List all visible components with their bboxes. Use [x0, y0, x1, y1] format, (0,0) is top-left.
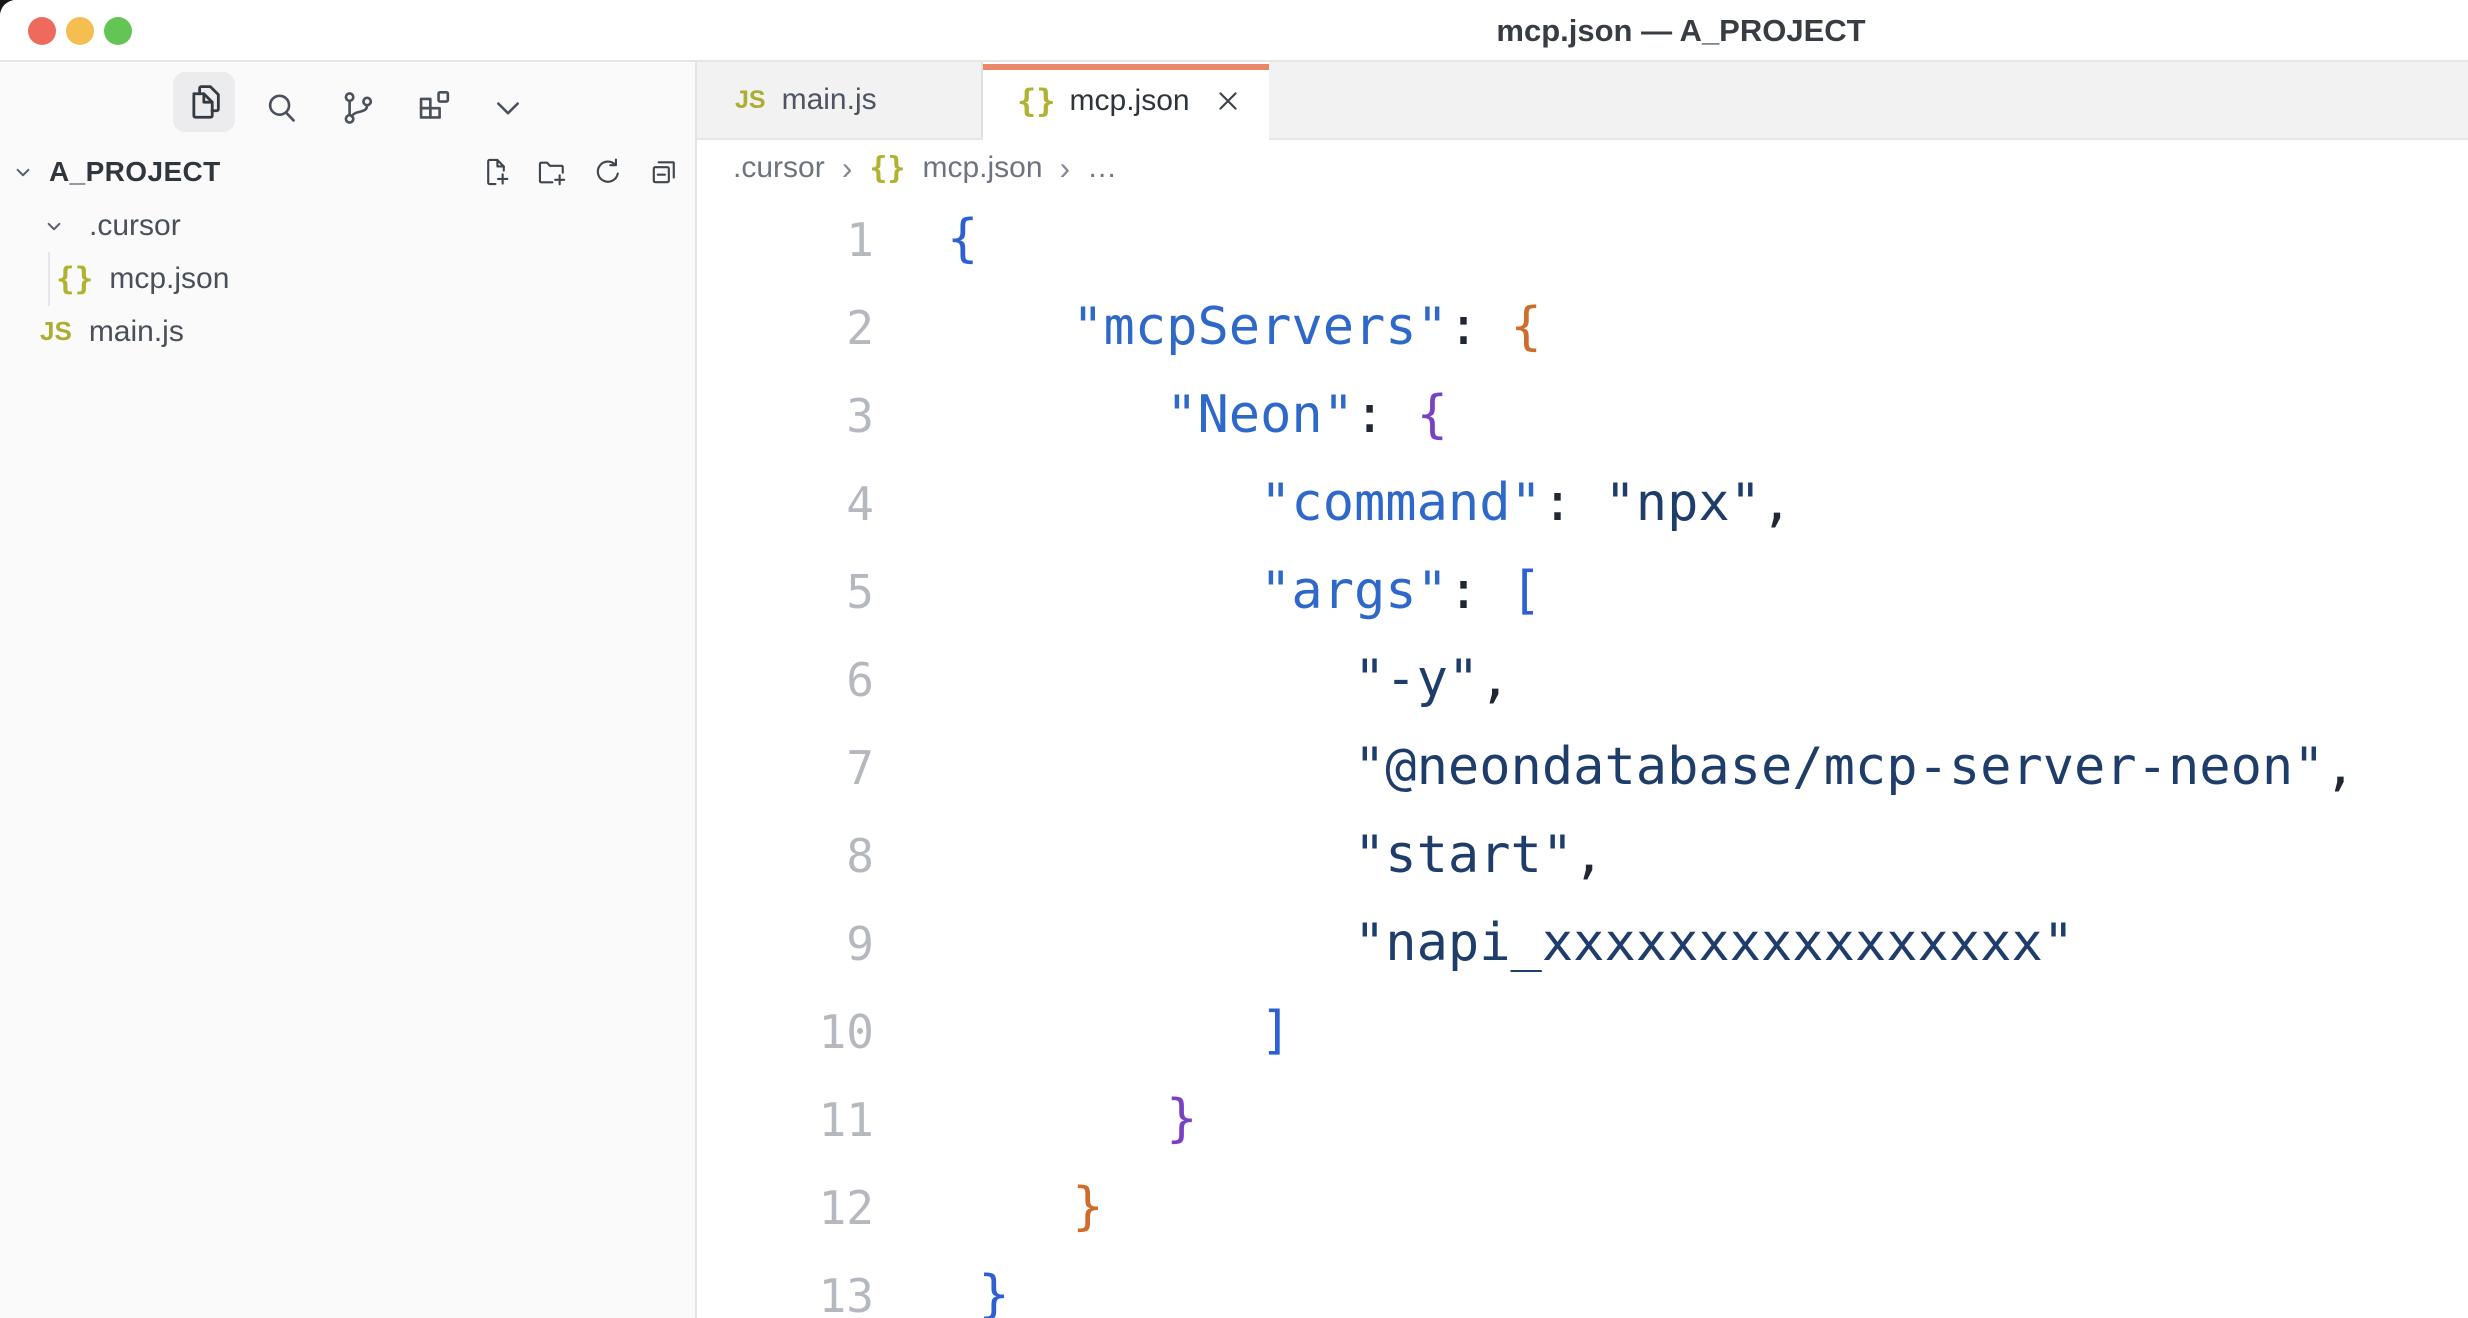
extensions-icon[interactable]: [403, 79, 465, 137]
close-icon[interactable]: [1209, 82, 1247, 120]
file-label: main.js: [89, 315, 184, 349]
line-number: 5: [697, 549, 874, 636]
code-text: "command": "npx",: [947, 460, 1792, 547]
chevron-right-icon: ›: [1060, 150, 1071, 187]
zoom-window-button[interactable]: [104, 17, 132, 45]
search-icon[interactable]: [250, 79, 312, 137]
explorer-header-actions: [479, 145, 681, 198]
breadcrumb: .cursor › {} mcp.json › …: [697, 140, 2468, 196]
window-title: mcp.json — A_PROJECT: [1496, 13, 1865, 49]
line-number: 6: [697, 637, 874, 724]
code-text: }: [947, 1164, 1104, 1251]
collapse-all-icon[interactable]: [647, 155, 681, 189]
code-line[interactable]: 4 "command": "npx",: [697, 460, 2468, 548]
folder-label: .cursor: [89, 209, 181, 243]
code-line[interactable]: 12 }: [697, 1164, 2468, 1252]
new-folder-icon[interactable]: [535, 155, 569, 189]
breadcrumb-file[interactable]: mcp.json: [922, 151, 1042, 185]
chevron-down-icon: [41, 213, 67, 239]
sidebar-item-main-js[interactable]: JS main.js: [0, 305, 695, 358]
code-line[interactable]: 3 "Neon": {: [697, 372, 2468, 460]
line-number: 11: [697, 1077, 874, 1164]
line-number: 10: [697, 989, 874, 1076]
code-line[interactable]: 9 "napi_xxxxxxxxxxxxxxxx": [697, 900, 2468, 988]
code-text: {: [947, 196, 978, 283]
refresh-icon[interactable]: [591, 155, 625, 189]
code-line[interactable]: 6 "-y",: [697, 636, 2468, 724]
line-number: 13: [697, 1253, 874, 1318]
code-line[interactable]: 13 }: [697, 1252, 2468, 1318]
tab-label: mcp.json: [1070, 84, 1190, 118]
line-number: 4: [697, 461, 874, 548]
json-braces-icon: {}: [56, 261, 93, 297]
line-number: 9: [697, 901, 874, 988]
code-text: }: [947, 1252, 1010, 1318]
code-text: }: [947, 1076, 1197, 1163]
source-control-icon[interactable]: [327, 79, 389, 137]
code-line[interactable]: 7 "@neondatabase/mcp-server-neon",: [697, 724, 2468, 812]
json-braces-icon: {}: [1017, 82, 1056, 120]
code-line[interactable]: 8 "start",: [697, 812, 2468, 900]
breadcrumb-more[interactable]: …: [1087, 151, 1117, 185]
code-line[interactable]: 1{: [697, 196, 2468, 284]
minimize-window-button[interactable]: [66, 17, 94, 45]
line-number: 2: [697, 285, 874, 372]
chevron-right-icon: ›: [842, 150, 853, 187]
code-line[interactable]: 5 "args": [: [697, 548, 2468, 636]
new-file-icon[interactable]: [479, 155, 513, 189]
close-window-button[interactable]: [28, 17, 56, 45]
tab-mcp-json[interactable]: {} mcp.json: [983, 62, 1269, 140]
code-text: "@neondatabase/mcp-server-neon",: [947, 724, 2356, 811]
line-number: 12: [697, 1165, 874, 1252]
code-text: "start",: [947, 812, 1604, 899]
code-text: "Neon": {: [947, 372, 1448, 459]
js-badge-icon: JS: [735, 86, 766, 115]
file-label: mcp.json: [109, 262, 229, 296]
line-number: 1: [697, 197, 874, 284]
chevron-down-icon[interactable]: [477, 79, 539, 137]
code-line[interactable]: 2 "mcpServers": {: [697, 284, 2468, 372]
json-braces-icon: {}: [869, 151, 905, 186]
code-editor[interactable]: 1{2 "mcpServers": {3 "Neon": {4 "command…: [697, 196, 2468, 1318]
tab-label: main.js: [782, 83, 877, 117]
app-window: mcp.json — A_PROJECT: [0, 0, 2468, 1318]
code-text: "mcpServers": {: [947, 284, 1542, 371]
line-number: 8: [697, 813, 874, 900]
code-line[interactable]: 11 }: [697, 1076, 2468, 1164]
code-text: ]: [947, 988, 1291, 1075]
titlebar: mcp.json — A_PROJECT: [0, 0, 2468, 62]
code-text: "-y",: [947, 636, 1511, 723]
code-line[interactable]: 10 ]: [697, 988, 2468, 1076]
js-badge-icon: JS: [40, 316, 72, 347]
sidebar: A_PROJECT: [0, 62, 697, 1318]
line-number: 7: [697, 725, 874, 812]
chevron-down-icon: [10, 159, 36, 185]
files-icon[interactable]: [173, 72, 235, 132]
tab-main-js[interactable]: JS main.js: [697, 62, 983, 138]
code-text: "napi_xxxxxxxxxxxxxxxx": [947, 900, 2074, 987]
sidebar-item-cursor-folder[interactable]: .cursor: [0, 199, 695, 252]
tabbar: JS main.js {} mcp.json: [697, 62, 2468, 140]
explorer-root-label: A_PROJECT: [49, 156, 221, 188]
breadcrumb-folder[interactable]: .cursor: [733, 151, 825, 185]
code-text: "args": [: [947, 548, 1542, 635]
sidebar-item-mcp-json[interactable]: {} mcp.json: [0, 252, 695, 305]
explorer-section-header[interactable]: A_PROJECT: [0, 145, 695, 198]
line-number: 3: [697, 373, 874, 460]
